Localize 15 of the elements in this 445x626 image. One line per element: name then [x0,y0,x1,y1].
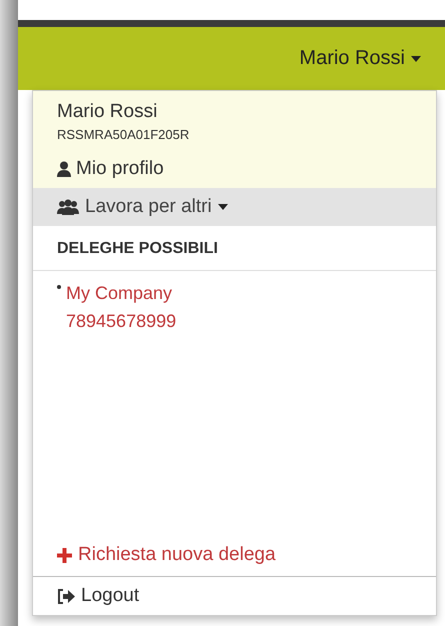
users-icon [57,199,79,215]
logout-button[interactable]: Logout [33,576,436,615]
fiscal-code: RSSMRA50A01F205R [57,127,190,142]
user-name: Mario Rossi [57,101,158,123]
caret-icon [218,204,228,210]
user-icon [57,161,71,177]
delegation-link[interactable]: My Company 78945678999 [57,279,412,335]
new-delegation-link[interactable]: Richiesta nuova delega [33,544,436,576]
work-for-others-toggle[interactable]: Lavora per altri [33,188,436,226]
logout-icon [57,588,75,604]
caret-icon [411,56,421,62]
plus-icon [57,548,72,562]
user-menu-button[interactable]: Mario Rossi [299,47,421,70]
profile-link[interactable]: Mio profilo [57,158,412,180]
section-title: DELEGHE POSSIBILI [33,226,436,271]
